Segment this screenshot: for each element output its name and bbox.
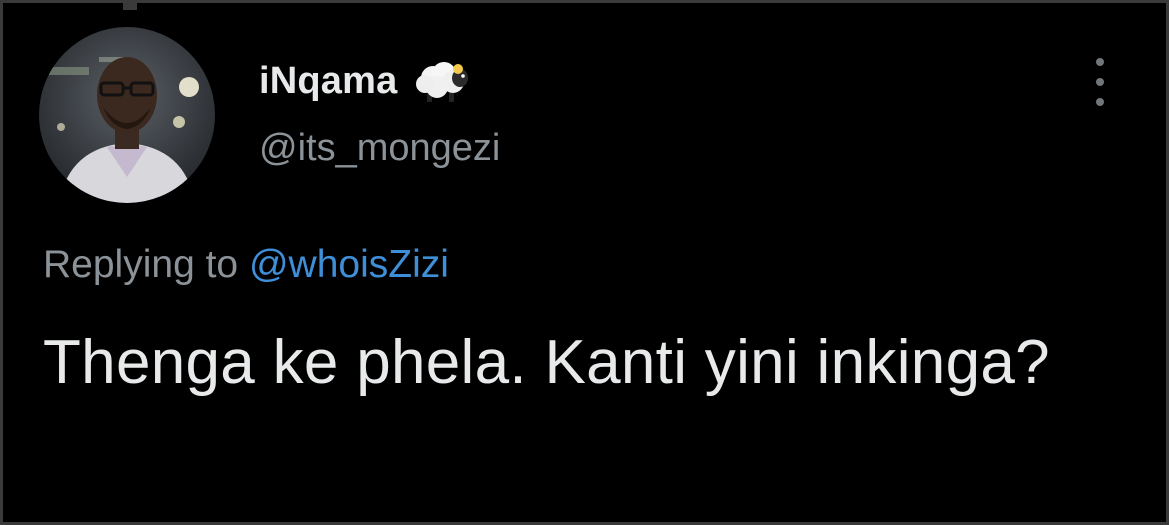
avatar[interactable] bbox=[39, 27, 215, 203]
tweet-card: iNqama @its_mongezi Replying to @whoisZi… bbox=[0, 0, 1169, 525]
avatar-photo bbox=[39, 27, 215, 203]
reply-prefix: Replying to bbox=[43, 243, 239, 286]
more-vertical-icon[interactable] bbox=[1088, 58, 1112, 106]
menu-dot bbox=[1096, 98, 1104, 106]
display-name[interactable]: iNqama bbox=[259, 60, 397, 103]
sheep-icon bbox=[411, 58, 471, 104]
tweet-text: Thenga ke phela. Kanti yini inkinga? bbox=[43, 328, 1050, 397]
frame-notch bbox=[123, 3, 137, 10]
author-handle[interactable]: @its_mongezi bbox=[259, 127, 500, 170]
reply-mention-link[interactable]: @whoisZizi bbox=[249, 243, 449, 286]
menu-dot bbox=[1096, 78, 1104, 86]
menu-dot bbox=[1096, 58, 1104, 66]
author-name-row: iNqama bbox=[259, 53, 471, 109]
reply-context: Replying to @whoisZizi bbox=[43, 243, 449, 287]
